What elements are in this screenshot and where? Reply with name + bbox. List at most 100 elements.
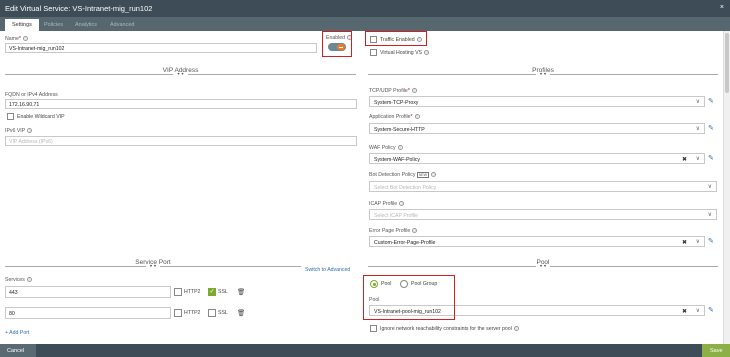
profiles-section-title: • Profiles • bbox=[368, 67, 718, 78]
pool-section-header: • Pool • bbox=[368, 259, 718, 274]
chevron-down-icon[interactable]: ∨ bbox=[696, 98, 700, 105]
waf-policy-label: WAF Policy? bbox=[369, 145, 403, 151]
name-input[interactable]: VS-Intranet-mig_run102 bbox=[5, 43, 317, 53]
tab-advanced[interactable]: Advanced bbox=[110, 19, 134, 31]
required-marker: * bbox=[407, 88, 410, 94]
edit-pencil-icon[interactable]: ✎ bbox=[708, 306, 714, 314]
help-icon[interactable]: ? bbox=[399, 201, 405, 206]
app-profile-label: Application Profile*? bbox=[369, 114, 420, 120]
edit-pencil-icon[interactable]: ✎ bbox=[708, 124, 714, 132]
fqdn-input[interactable]: 172.16.90.71 bbox=[5, 99, 357, 109]
clear-icon[interactable]: ✖ bbox=[682, 156, 687, 163]
help-icon[interactable]: ? bbox=[27, 128, 33, 133]
chevron-down-icon[interactable]: ∨ bbox=[696, 238, 700, 245]
trash-icon[interactable]: 🗑 bbox=[237, 309, 245, 317]
virtual-hosting-checkbox[interactable] bbox=[370, 49, 377, 56]
switch-to-advanced-link[interactable]: Switch to Advanced bbox=[305, 267, 350, 273]
help-icon[interactable]: ? bbox=[411, 88, 417, 93]
service-port-input[interactable]: 443 bbox=[5, 286, 171, 298]
profiles-section-header: • Profiles • bbox=[368, 67, 718, 82]
help-icon[interactable]: ? bbox=[431, 172, 437, 177]
icap-profile-select[interactable]: Select ICAP Profile ∨ bbox=[369, 209, 717, 220]
service-port-section-title-text: Service Port bbox=[135, 259, 171, 266]
highlight-box bbox=[365, 31, 427, 46]
ssl-checkbox[interactable]: ✓ bbox=[208, 288, 216, 296]
error-page-label-text: Error Page Profile bbox=[369, 228, 411, 234]
help-icon[interactable]: ? bbox=[397, 145, 403, 150]
help-icon[interactable]: ? bbox=[414, 114, 420, 119]
waf-policy-value: System-WAF-Policy bbox=[374, 156, 420, 163]
tab-bar: Settings Policies Analytics Advanced bbox=[0, 17, 730, 31]
tcp-profile-select[interactable]: System-TCP-Proxy ∨ bbox=[369, 96, 705, 107]
ipv6-input[interactable]: VIP Address (IPv6) bbox=[5, 136, 357, 146]
error-page-select[interactable]: Custom-Error-Page-Profile ✖ ∨ bbox=[369, 236, 705, 247]
tab-analytics[interactable]: Analytics bbox=[75, 19, 97, 31]
ssl-checkbox[interactable] bbox=[208, 309, 216, 317]
waf-policy-select[interactable]: System-WAF-Policy ✖ ∨ bbox=[369, 153, 705, 164]
help-icon[interactable]: ? bbox=[513, 326, 519, 331]
save-button[interactable]: Save bbox=[702, 344, 730, 357]
http2-label: HTTP2 bbox=[184, 289, 201, 295]
edit-pencil-icon[interactable]: ✎ bbox=[708, 154, 714, 162]
close-icon[interactable]: × bbox=[720, 4, 724, 11]
window-title: Edit Virtual Service: VS-Intranet-mig_ru… bbox=[5, 4, 153, 13]
clear-icon[interactable]: ✖ bbox=[682, 308, 687, 315]
ssl-label: SSL bbox=[218, 289, 228, 295]
chevron-down-icon[interactable]: ∨ bbox=[696, 155, 700, 162]
new-badge: NEW bbox=[416, 172, 430, 178]
scrollbar-thumb[interactable] bbox=[725, 33, 729, 93]
service-port-input[interactable]: 80 bbox=[5, 307, 171, 319]
pool-section-title-text: Pool bbox=[536, 259, 550, 266]
tcp-profile-label-text: TCP/UDP Profile bbox=[369, 88, 408, 94]
ignore-reachability-checkbox[interactable] bbox=[370, 325, 377, 332]
tab-policies[interactable]: Policies bbox=[44, 19, 63, 31]
icap-profile-label-text: ICAP Profile bbox=[369, 201, 398, 207]
ignore-reachability-text: Ignore network reachability constraints … bbox=[380, 326, 512, 332]
service-port-section-header: • Service Port • bbox=[5, 259, 301, 274]
highlight-box bbox=[363, 275, 455, 320]
vertical-scrollbar[interactable] bbox=[723, 31, 730, 344]
cancel-button[interactable]: Cancel bbox=[0, 344, 36, 357]
app-profile-select[interactable]: System-Secure-HTTP ∨ bbox=[369, 123, 705, 134]
http2-checkbox[interactable] bbox=[174, 288, 182, 296]
add-port-link[interactable]: + Add Port bbox=[5, 330, 29, 336]
chevron-down-icon[interactable]: ∨ bbox=[696, 307, 700, 314]
error-page-value: Custom-Error-Page-Profile bbox=[374, 239, 436, 246]
http2-checkbox[interactable] bbox=[174, 309, 182, 317]
bot-policy-placeholder: Select Bot Detection Policy bbox=[374, 184, 437, 191]
edit-pencil-icon[interactable]: ✎ bbox=[708, 97, 714, 105]
vip-section-header: • VIP Address • bbox=[5, 67, 356, 82]
tab-settings[interactable]: Settings bbox=[5, 19, 39, 31]
help-icon[interactable]: ? bbox=[424, 50, 430, 55]
edit-pencil-icon[interactable]: ✎ bbox=[708, 237, 714, 245]
footer-bar: Cancel Save bbox=[0, 344, 730, 357]
highlight-box bbox=[322, 31, 352, 57]
help-icon[interactable]: ? bbox=[412, 228, 418, 233]
bot-policy-select[interactable]: Select Bot Detection Policy ∨ bbox=[369, 181, 717, 192]
tcp-profile-label: TCP/UDP Profile*? bbox=[369, 88, 417, 94]
services-label: Services? bbox=[5, 277, 32, 283]
http2-label: HTTP2 bbox=[184, 310, 201, 316]
required-marker: * bbox=[410, 114, 413, 120]
ipv6-label-text: IPv6 VIP bbox=[5, 128, 26, 134]
ignore-reachability-label: Ignore network reachability constraints … bbox=[380, 326, 519, 332]
name-label-text: Name bbox=[5, 36, 19, 42]
chevron-down-icon[interactable]: ∨ bbox=[696, 125, 700, 132]
waf-policy-label-text: WAF Policy bbox=[369, 145, 396, 151]
window-titlebar: Edit Virtual Service: VS-Intranet-mig_ru… bbox=[0, 0, 730, 17]
service-port-section-title: • Service Port • bbox=[5, 259, 301, 270]
clear-icon[interactable]: ✖ bbox=[682, 239, 687, 246]
wildcard-vip-label: Enable Wildcard VIP bbox=[17, 114, 65, 120]
trash-icon[interactable]: 🗑 bbox=[237, 288, 245, 296]
chevron-down-icon[interactable]: ∨ bbox=[708, 183, 712, 190]
help-icon[interactable]: ? bbox=[26, 277, 32, 282]
wildcard-vip-checkbox[interactable] bbox=[7, 113, 14, 120]
vip-section-title: • VIP Address • bbox=[5, 67, 356, 78]
services-label-text: Services bbox=[5, 277, 25, 283]
pool-section-title: • Pool • bbox=[368, 259, 718, 270]
ipv6-label: IPv6 VIP? bbox=[5, 128, 33, 134]
vip-section-title-text: VIP Address bbox=[162, 67, 199, 74]
chevron-down-icon[interactable]: ∨ bbox=[708, 211, 712, 218]
virtual-hosting-label: Virtual Hosting VS? bbox=[380, 50, 430, 56]
help-icon[interactable]: ? bbox=[22, 36, 28, 41]
